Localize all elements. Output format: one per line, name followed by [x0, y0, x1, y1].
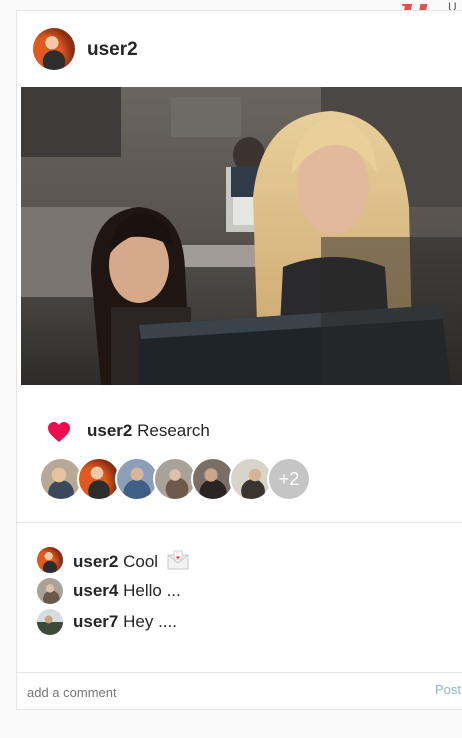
author-avatar[interactable] [33, 28, 75, 70]
comment-avatar[interactable] [37, 547, 63, 573]
heart-icon[interactable] [47, 421, 71, 443]
comment-item: user7 Hey .... [37, 607, 457, 638]
likes-caption: user2 Research [87, 421, 210, 441]
divider [17, 522, 462, 523]
comment-username[interactable]: user2 [73, 552, 118, 571]
post-photo[interactable] [21, 87, 462, 385]
comment-username[interactable]: user7 [73, 612, 118, 631]
comment-body: Cool [123, 552, 159, 571]
post-header: user2 [17, 11, 462, 87]
comment-text: user7 Hey .... [73, 612, 177, 632]
comment-body: Hey .... [123, 612, 177, 631]
comment-item: user2 Cool [37, 545, 457, 576]
comments-list: user2 Cool user4 Hello ... user7 Hey ...… [37, 545, 457, 638]
comment-text: user4 Hello ... [73, 581, 181, 601]
comment-avatar[interactable] [37, 578, 63, 604]
likes-username[interactable]: user2 [87, 421, 132, 440]
comment-avatar[interactable] [37, 609, 63, 635]
likes-label: Research [137, 421, 210, 440]
more-likers-badge[interactable]: +2 [267, 457, 311, 501]
envelope-emoji-icon [167, 550, 189, 570]
author-username[interactable]: user2 [87, 39, 138, 61]
comment-input[interactable] [27, 681, 387, 703]
comment-bar: Post [17, 673, 462, 709]
liker-avatars: +2 [39, 457, 339, 501]
post-button[interactable]: Post [435, 682, 461, 697]
comment-body: Hello ... [123, 581, 181, 600]
comment-item: user4 Hello ... [37, 576, 457, 607]
post-card: user2 user2 Research +2 user2 Cool user4… [16, 10, 462, 710]
comment-username[interactable]: user4 [73, 581, 118, 600]
comment-text: user2 Cool [73, 550, 189, 572]
